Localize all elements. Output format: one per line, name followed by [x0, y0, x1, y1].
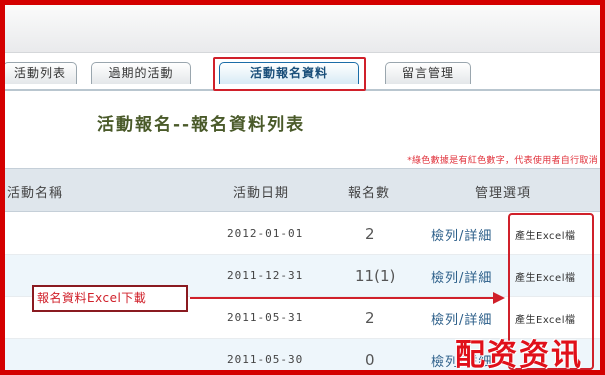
- table-header: 活動名稱 活動日期 報名數 管理選項: [5, 168, 600, 212]
- top-bar: [5, 5, 600, 53]
- screenshot-frame: 活動列表 過期的活動 活動報名資料 留言管理 活動報名--報名資料列表 *綠色數…: [5, 5, 600, 370]
- tab-expired-activities[interactable]: 過期的活動: [91, 62, 191, 84]
- row-date: 2011-05-31: [227, 311, 304, 324]
- row-count: 0: [365, 351, 375, 369]
- row-view-link[interactable]: 檢列/詳細: [431, 309, 492, 328]
- row-date: 2011-05-30: [227, 353, 304, 366]
- callout-arrow-head-icon: [493, 292, 505, 304]
- callout-arrow-line: [190, 297, 495, 299]
- active-tab-highlight-box: [213, 57, 366, 91]
- watermark-text: 配资资讯: [455, 338, 583, 370]
- excel-download-callout: 報名資料Excel下載: [32, 285, 188, 312]
- row-count: 2: [365, 225, 375, 243]
- row-view-link[interactable]: 檢列/詳細: [431, 267, 492, 286]
- tab-message-management[interactable]: 留言管理: [385, 62, 471, 84]
- header-registrations: 報名數: [348, 186, 391, 201]
- note-text: *綠色數據是有紅色數字，代表使用者自行取消: [407, 156, 598, 166]
- tab-activity-list[interactable]: 活動列表: [5, 62, 77, 84]
- tab-bar: 活動列表 過期的活動 活動報名資料 留言管理: [5, 53, 600, 91]
- page-title: 活動報名--報名資料列表: [97, 115, 306, 135]
- header-activity-date: 活動日期: [233, 186, 290, 201]
- row-date: 2011-12-31: [227, 269, 304, 282]
- row-count: 2: [365, 309, 375, 327]
- row-count: 11(1): [355, 267, 396, 285]
- row-view-link[interactable]: 檢列/詳細: [431, 225, 492, 244]
- header-management-options: 管理選項: [475, 186, 532, 201]
- row-date: 2012-01-01: [227, 227, 304, 240]
- header-activity-name: 活動名稱: [7, 186, 64, 201]
